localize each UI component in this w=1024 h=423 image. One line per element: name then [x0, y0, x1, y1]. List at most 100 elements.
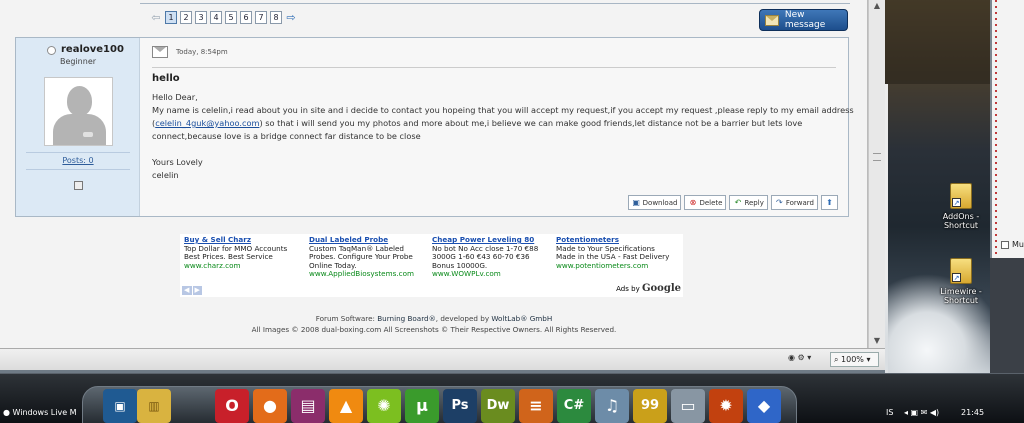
new-message-label: New message — [784, 10, 826, 30]
message-line-3: connect,because love is a bridge connect… — [152, 131, 421, 141]
ad-url[interactable]: www.charz.com — [184, 261, 304, 271]
divider — [26, 152, 130, 153]
delete-button[interactable]: ⊗ Delete — [684, 195, 727, 210]
desktop: Mu ↗ AddOns - Shortcut ↗ Limewire - Shortc… — [885, 0, 1024, 384]
security-icon[interactable]: ◉ ⚙ ▾ — [788, 353, 824, 366]
page-link-2[interactable]: 2 — [180, 11, 192, 24]
background-window[interactable]: Mu — [990, 0, 1024, 258]
task-label: Windows Live M — [12, 408, 77, 417]
windows-live-messenger-task[interactable]: ● Windows Live M — [0, 404, 80, 422]
next-page-arrow-icon[interactable]: ⇨ — [285, 11, 297, 24]
page-link-1[interactable]: 1 — [165, 11, 177, 24]
vlc-icon[interactable]: ▲ — [329, 389, 363, 423]
csharp-icon[interactable]: C# — [557, 389, 591, 423]
reply-label: Reply — [744, 198, 764, 207]
checkbox[interactable] — [1001, 241, 1009, 249]
language-indicator[interactable]: IS — [886, 408, 893, 417]
ventrilo-icon[interactable]: ✺ — [367, 389, 401, 423]
message-envelope-icon — [152, 46, 168, 58]
show-desktop-icon[interactable]: ▣ — [103, 389, 137, 423]
message-line-2-rest: ) so that i will send you my photos and … — [259, 118, 803, 128]
ad-url[interactable]: www.AppliedBiosystems.com — [309, 270, 429, 279]
system-tray: IS ◂ ▣ ✉ ◀) 21:45 — [880, 404, 1024, 423]
addons-shortcut[interactable]: ↗ AddOns - Shortcut — [938, 183, 984, 230]
envelope-icon — [765, 14, 779, 26]
private-message: realove100 Beginner Posts: 0 Today, 8:54… — [15, 37, 854, 217]
cube-icon[interactable]: ◆ — [747, 389, 781, 423]
page-link-8[interactable]: 8 — [270, 11, 282, 24]
message-actions: ▣ Download ⊗ Delete ↶ Reply ↷ Forward ⬆ — [627, 195, 838, 210]
scroll-down-icon[interactable]: ▼ — [872, 336, 882, 346]
page-link-3[interactable]: 3 — [195, 11, 207, 24]
arrow-up-icon: ⬆ — [826, 198, 833, 207]
footer-software-prefix: Forum Software: — [315, 314, 378, 323]
avatar — [44, 77, 113, 146]
ad-prev-icon[interactable]: ◀ — [182, 286, 192, 295]
avatar-head — [67, 86, 92, 116]
download-button[interactable]: ▣ Download — [627, 195, 682, 210]
itunes-icon[interactable]: ♫ — [595, 389, 629, 423]
burning-board-link[interactable]: Burning Board® — [377, 314, 436, 323]
prev-page-arrow-icon[interactable]: ⇦ — [150, 11, 162, 24]
message-date: Today, 8:54pm — [176, 48, 228, 56]
send-pm-icon[interactable] — [74, 181, 83, 190]
sender-username[interactable]: realove100 — [61, 44, 124, 55]
offline-status-icon — [47, 46, 56, 55]
zoom-control[interactable]: ⌕ 100% ▾ — [830, 352, 879, 367]
ad-unit[interactable]: Potentiometers Made to Your Specificatio… — [556, 235, 676, 271]
vertical-scrollbar[interactable]: ▲ ▼ — [868, 0, 885, 348]
divider — [26, 169, 130, 170]
email-link[interactable]: celelin_4guk@yahoo.com — [155, 118, 259, 128]
scroll-up-icon[interactable]: ▲ — [872, 1, 882, 11]
page-link-7[interactable]: 7 — [255, 11, 267, 24]
ad-unit[interactable]: Cheap Power Leveling 80 No bot No Acc cl… — [432, 235, 552, 279]
ad-next-icon[interactable]: ▶ — [192, 286, 202, 295]
forward-button[interactable]: ↷ Forward — [770, 195, 818, 210]
shortcut-arrow-icon: ↗ — [952, 198, 961, 207]
scroll-thumb[interactable] — [873, 153, 881, 161]
posts-count-link[interactable]: Posts: 0 — [16, 156, 140, 165]
ad-block: Buy & Sell Charz Top Dollar for MMO Acco… — [180, 234, 683, 297]
sender-panel: realove100 Beginner Posts: 0 — [16, 38, 140, 216]
99-icon[interactable]: 99 — [633, 389, 667, 423]
clock[interactable]: 21:45 — [961, 408, 984, 417]
google-logo: Google — [641, 283, 681, 294]
page-link-4[interactable]: 4 — [210, 11, 222, 24]
ads-by-prefix: Ads by — [616, 285, 640, 293]
bars-icon[interactable]: ≡ — [519, 389, 553, 423]
ad-unit[interactable]: Buy & Sell Charz Top Dollar for MMO Acco… — [184, 235, 304, 271]
ad-url[interactable]: www.potentiometers.com — [556, 261, 676, 271]
ads-by-google[interactable]: Ads by Google — [616, 283, 681, 294]
tray-icons[interactable]: ◂ ▣ ✉ ◀) — [904, 408, 939, 417]
divider — [152, 67, 836, 68]
message-line-1: My name is celelin,i read about you in s… — [152, 105, 854, 115]
forward-label: Forward — [785, 198, 814, 207]
new-message-button[interactable]: New message — [759, 9, 848, 31]
page-link-5[interactable]: 5 — [225, 11, 237, 24]
ad-nav: ◀ ▶ — [182, 286, 202, 295]
messenger-icon: ● — [3, 408, 13, 417]
opera-icon[interactable]: O — [215, 389, 249, 423]
utorrent-icon[interactable]: µ — [405, 389, 439, 423]
ad-url[interactable]: www.WOWPLv.com — [432, 270, 552, 279]
page-link-6[interactable]: 6 — [240, 11, 252, 24]
dreamweaver-icon[interactable]: Dw — [481, 389, 515, 423]
limewire-shortcut[interactable]: ↗ Limewire - Shortcut — [938, 258, 984, 305]
reply-icon: ↶ — [734, 198, 742, 207]
message-subject: hello — [152, 73, 180, 84]
fire-icon[interactable]: ✹ — [709, 389, 743, 423]
firefox-icon[interactable]: ● — [253, 389, 287, 423]
download-icon: ▣ — [632, 198, 640, 207]
folder-icon[interactable]: ▥ — [137, 389, 171, 423]
winrar-icon[interactable]: ▤ — [291, 389, 325, 423]
sender-rank: Beginner — [59, 57, 97, 66]
delete-label: Delete — [699, 198, 723, 207]
computer-icon[interactable]: ▭ — [671, 389, 705, 423]
folder-icon: ↗ — [950, 258, 972, 284]
scroll-top-button[interactable]: ⬆ — [821, 195, 838, 210]
reply-button[interactable]: ↶ Reply — [729, 195, 768, 210]
photoshop-icon[interactable]: Ps — [443, 389, 477, 423]
footer-software: Forum Software: Burning Board®, develope… — [0, 314, 868, 323]
woltlab-link[interactable]: WoltLab® GmbH — [491, 314, 552, 323]
ad-unit[interactable]: Dual Labeled Probe Custom TaqMan® Labele… — [309, 235, 429, 279]
